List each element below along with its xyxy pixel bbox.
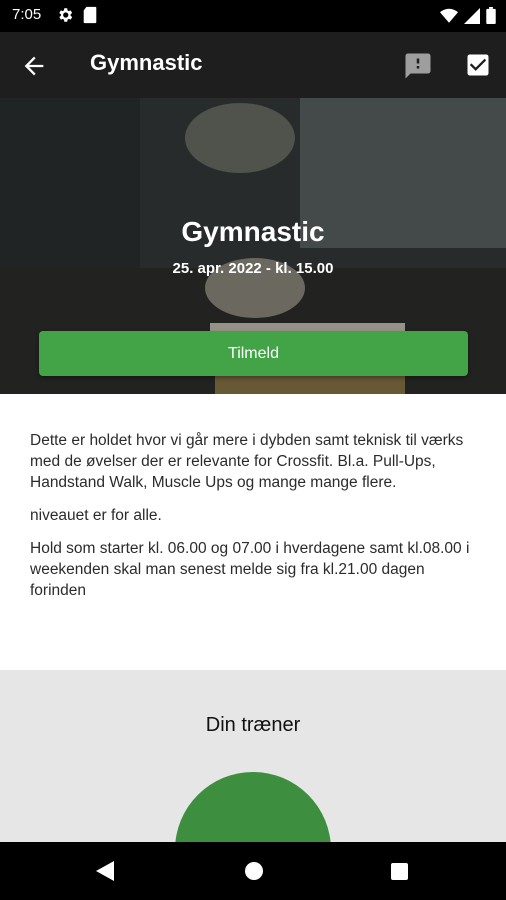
comment-icon [405,53,431,79]
page-title: Gymnastic [90,50,203,75]
nav-recents-icon[interactable] [391,863,408,880]
trainer-heading: Din træner [205,714,301,736]
sd-card-icon [83,6,97,24]
app-bar: Gymnastic [0,32,506,98]
description-paragraph: Hold som starter kl. 06.00 og 07.00 i hv… [30,540,470,599]
status-right-icons [440,7,496,24]
back-arrow-icon [24,56,44,76]
comment-button[interactable] [403,51,433,81]
status-time: 7:05 [12,6,42,23]
status-bar: 7:05 [0,0,506,32]
trainer-avatar[interactable] [175,772,331,842]
system-nav-bar [0,842,506,900]
trainer-section: Din træner [0,670,506,842]
hero-datetime: 25. apr. 2022 - kl. 15.00 [172,260,334,277]
battery-icon [486,7,496,24]
checkbox-icon [467,54,489,76]
hero-title: Gymnastic [181,216,325,247]
signup-button[interactable]: Tilmeld [39,331,468,376]
status-left-icons [56,6,98,24]
wifi-icon [440,8,458,23]
back-button[interactable] [20,52,48,80]
gear-icon [59,8,73,22]
description-paragraph: niveauet er for alle. [30,507,162,524]
hero-banner: Gymnastic 25. apr. 2022 - kl. 15.00 Tilm… [0,98,506,394]
cell-signal-icon [464,7,480,24]
checkin-button[interactable] [464,51,492,79]
class-description: Dette er holdet hvor vi går mere i dybde… [0,394,506,670]
nav-back-icon[interactable] [96,861,114,881]
description-paragraph: Dette er holdet hvor vi går mere i dybde… [30,432,464,491]
nav-home-icon[interactable] [245,862,263,880]
